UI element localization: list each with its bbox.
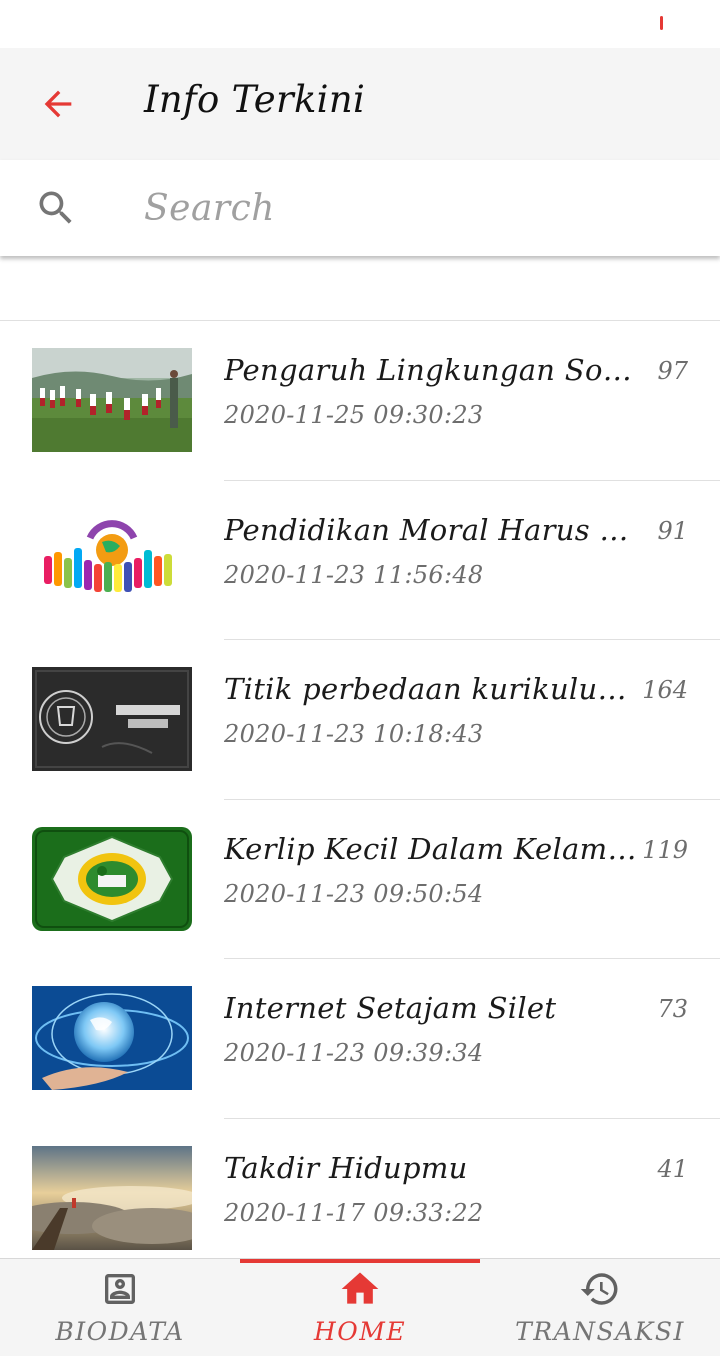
search-input[interactable] [144,180,684,236]
news-thumbnail [32,667,192,772]
page-title: Info Terkini [144,78,366,121]
back-button[interactable] [26,72,90,136]
news-item[interactable]: Takdir Hidupmu 2020-11-17 09:33:22 41 [0,1119,720,1257]
news-date: 2020-11-23 10:18:43 [224,720,484,749]
news-date: 2020-11-25 09:30:23 [224,401,484,429]
view-count: 91 [657,516,688,545]
search-icon [32,184,80,232]
home-icon [336,1269,384,1309]
view-count: 41 [657,1154,688,1183]
app-bar: Info Terkini [0,48,720,160]
news-item[interactable]: Internet Setajam Silet 2020-11-23 09:39:… [0,959,720,1119]
news-title: Pendidikan Moral Harus Ditanamkan Sejak … [224,512,642,547]
news-item[interactable]: Pendidikan Moral Harus Ditanamkan Sejak … [0,481,720,641]
news-list: Pengaruh Lingkungan Sosial Terhadap Pend… [0,321,720,1257]
search-bar [0,160,720,256]
nav-label: HOME [313,1317,407,1346]
colorful-children-globe-image [32,507,192,612]
news-date: 2020-11-23 09:39:34 [224,1039,484,1068]
nav-item-biodata[interactable]: BIODATA [0,1259,240,1356]
path-above-clouds-image [32,1145,192,1250]
history-icon [576,1269,624,1309]
news-thumbnail [32,507,192,612]
news-date: 2020-11-23 09:50:54 [224,879,484,908]
news-date: 2020-11-23 11:56:48 [224,560,484,589]
news-thumbnail [32,826,192,931]
news-title: Pengaruh Lingkungan Sosial Terhadap Pend… [224,353,642,387]
news-item[interactable]: Kerlip Kecil Dalam Kelam, Cahaya Harapan… [0,800,720,960]
news-date: 2020-11-17 09:33:22 [224,1198,484,1227]
view-count: 97 [657,357,688,385]
view-count: 73 [657,995,688,1024]
news-thumbnail [32,348,192,452]
news-title: Kerlip Kecil Dalam Kelam, Cahaya Harapan [224,831,642,866]
view-count: 119 [642,835,688,864]
globe-in-hands-image [32,986,192,1091]
nav-item-home[interactable]: HOME [240,1259,480,1356]
news-thumbnail [32,1145,192,1250]
news-title: Takdir Hidupmu [224,1150,468,1185]
bottom-navigation: BIODATA HOME TRANSAKSI [0,1258,720,1356]
arrow-back-icon [44,90,72,118]
status-indicator [660,16,663,30]
status-bar [0,0,720,48]
news-item[interactable]: Titik perbedaan kurikulum 2013 2020-11-2… [0,640,720,800]
children-playing-field-image [32,348,192,452]
news-title: Internet Setajam Silet [224,991,557,1026]
view-count: 164 [642,676,688,705]
news-title: Titik perbedaan kurikulum 2013 [224,672,642,707]
kurikulum-chalkboard-image [32,667,192,772]
news-thumbnail [32,986,192,1091]
nav-label: BIODATA [55,1317,185,1346]
yayasan-logo-image [32,826,192,931]
news-item[interactable]: Pengaruh Lingkungan Sosial Terhadap Pend… [0,321,720,481]
nav-label: TRANSAKSI [515,1317,685,1346]
account-box-icon [96,1269,144,1309]
nav-item-transaksi[interactable]: TRANSAKSI [480,1259,720,1356]
